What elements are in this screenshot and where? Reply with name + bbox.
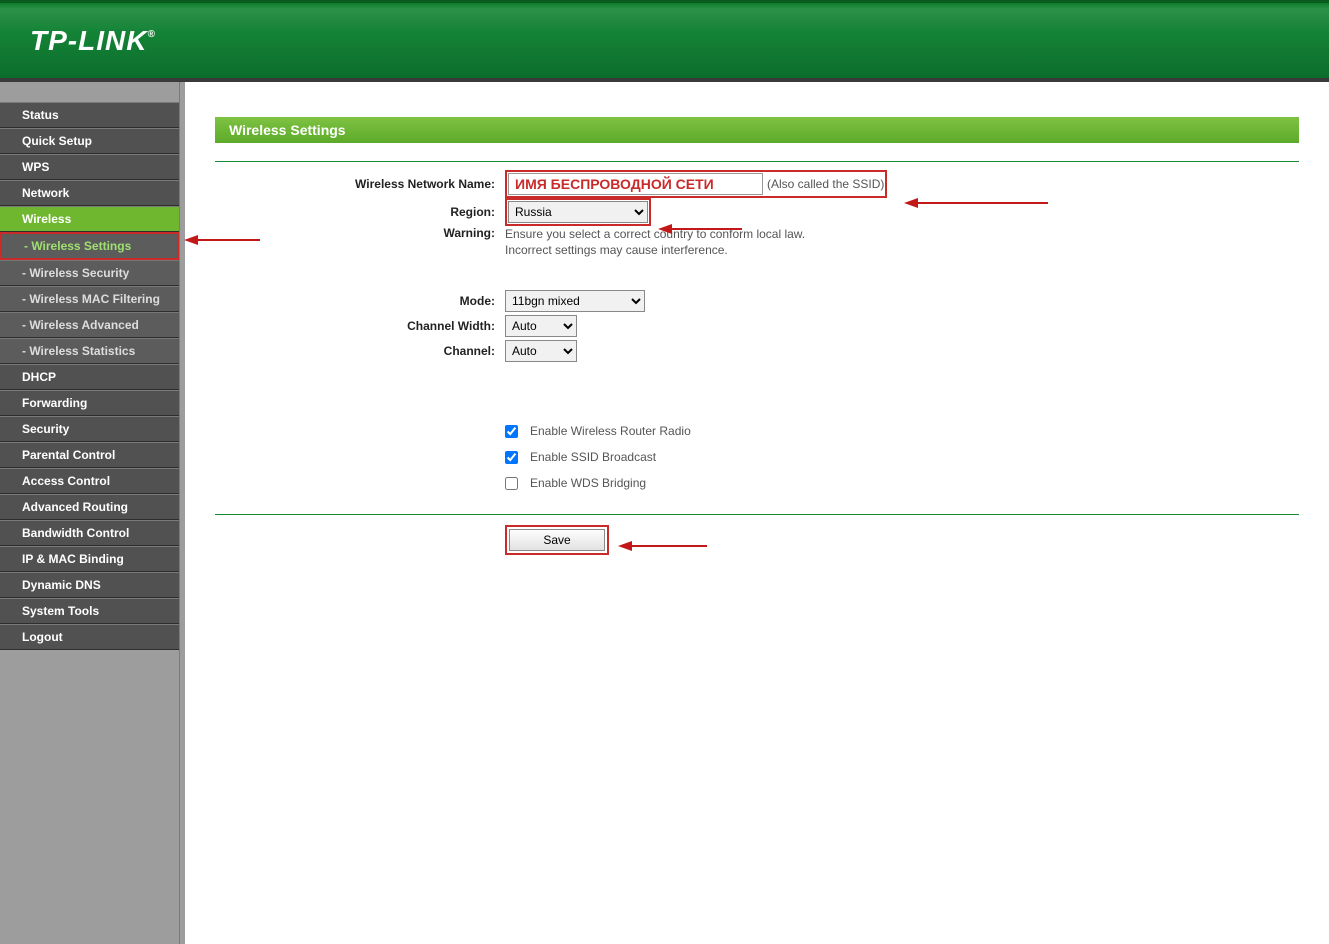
enable-radio-label: Enable Wireless Router Radio <box>530 424 691 438</box>
nav-item-wireless-security[interactable]: - Wireless Security <box>0 260 179 286</box>
divider-bottom <box>215 514 1299 515</box>
label-ssid: Wireless Network Name: <box>215 177 505 191</box>
nav-item-forwarding[interactable]: Forwarding <box>0 390 179 416</box>
enable-ssid-broadcast-label: Enable SSID Broadcast <box>530 450 656 464</box>
nav-item-ip-mac-binding[interactable]: IP & MAC Binding <box>0 546 179 572</box>
nav-item-advanced-routing[interactable]: Advanced Routing <box>0 494 179 520</box>
nav-item-status[interactable]: Status <box>0 102 179 128</box>
label-channel: Channel: <box>215 344 505 358</box>
sidebar: StatusQuick SetupWPSNetworkWireless- Wir… <box>0 82 179 944</box>
save-button[interactable]: Save <box>509 529 605 551</box>
nav-item-wireless-settings[interactable]: - Wireless Settings <box>0 232 179 260</box>
nav-item-dynamic-dns[interactable]: Dynamic DNS <box>0 572 179 598</box>
enable-ssid-broadcast-checkbox[interactable] <box>505 451 518 464</box>
nav-item-parental-control[interactable]: Parental Control <box>0 442 179 468</box>
ssid-input[interactable] <box>508 173 763 195</box>
nav-item-bandwidth-control[interactable]: Bandwidth Control <box>0 520 179 546</box>
channel-width-select[interactable]: Auto <box>505 315 577 337</box>
nav-item-access-control[interactable]: Access Control <box>0 468 179 494</box>
mode-select[interactable]: 11bgn mixed <box>505 290 645 312</box>
label-region: Region: <box>215 205 505 219</box>
divider <box>215 161 1299 162</box>
main-content: Wireless Settings Wireless Network Name:… <box>185 82 1329 944</box>
label-channel-width: Channel Width: <box>215 319 505 333</box>
nav-item-logout[interactable]: Logout <box>0 624 179 650</box>
nav-item-wireless-advanced[interactable]: - Wireless Advanced <box>0 312 179 338</box>
header: TP-LINK® <box>0 0 1329 82</box>
nav-item-wireless-statistics[interactable]: - Wireless Statistics <box>0 338 179 364</box>
enable-wds-label: Enable WDS Bridging <box>530 476 646 490</box>
channel-select[interactable]: Auto <box>505 340 577 362</box>
nav-item-wireless[interactable]: Wireless <box>0 206 179 232</box>
enable-radio-checkbox[interactable] <box>505 425 518 438</box>
nav-item-security[interactable]: Security <box>0 416 179 442</box>
label-mode: Mode: <box>215 294 505 308</box>
logo: TP-LINK® <box>30 25 156 57</box>
warning-text-2: Incorrect settings may cause interferenc… <box>505 242 1299 258</box>
enable-wds-checkbox[interactable] <box>505 477 518 490</box>
nav-item-wireless-mac-filtering[interactable]: - Wireless MAC Filtering <box>0 286 179 312</box>
warning-text-1: Ensure you select a correct country to c… <box>505 226 1299 242</box>
page-title: Wireless Settings <box>215 117 1299 143</box>
label-warning: Warning: <box>215 226 505 240</box>
nav-item-network[interactable]: Network <box>0 180 179 206</box>
nav-item-system-tools[interactable]: System Tools <box>0 598 179 624</box>
nav-item-quick-setup[interactable]: Quick Setup <box>0 128 179 154</box>
save-highlight: Save <box>505 525 609 555</box>
nav-item-wps[interactable]: WPS <box>0 154 179 180</box>
region-highlight: Russia <box>505 198 651 226</box>
ssid-note: (Also called the SSID) <box>767 177 884 191</box>
nav-item-dhcp[interactable]: DHCP <box>0 364 179 390</box>
region-select[interactable]: Russia <box>508 201 648 223</box>
ssid-highlight: (Also called the SSID) <box>505 170 887 198</box>
